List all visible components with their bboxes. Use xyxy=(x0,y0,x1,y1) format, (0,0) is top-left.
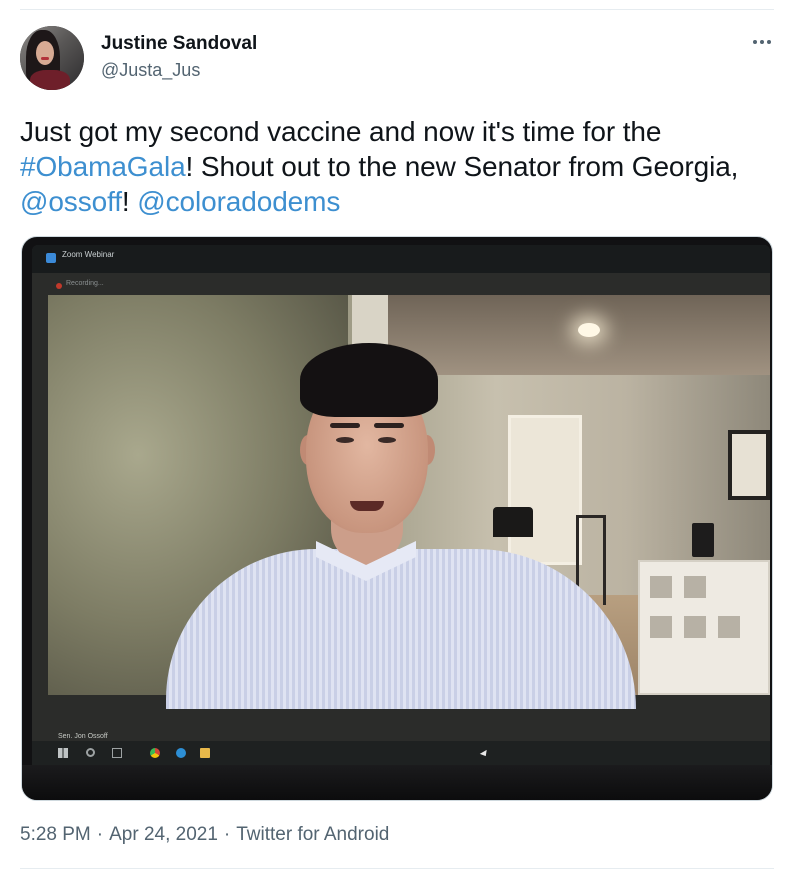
recording-label: Recording... xyxy=(66,280,104,287)
wall-picture-frame xyxy=(728,430,770,500)
person-eye xyxy=(378,437,396,443)
coffee-maker xyxy=(692,523,714,557)
ceiling-light xyxy=(578,323,600,337)
tweet-source[interactable]: Twitter for Android xyxy=(236,824,389,845)
tweet-media-photo[interactable]: Zoom Webinar Recording... Sen. Jon Ossof… xyxy=(21,236,773,801)
shelf-cell xyxy=(718,616,740,638)
tweet-text-part: Just got my second vaccine and now it's … xyxy=(20,116,662,147)
monitor-bezel xyxy=(22,765,772,800)
tweet-text: Just got my second vaccine and now it's … xyxy=(20,114,770,219)
tweet-text-part: ! xyxy=(121,186,138,217)
participant-name-label: Sen. Jon Ossoff xyxy=(58,733,108,740)
zoom-title-bar: Zoom Webinar xyxy=(32,245,770,273)
mention-link-ossoff[interactable]: @ossoff xyxy=(20,186,122,217)
edge-icon xyxy=(176,748,186,758)
author-avatar[interactable] xyxy=(20,26,84,90)
avatar-clothing xyxy=(30,70,70,90)
more-dot xyxy=(760,40,764,44)
more-dot xyxy=(767,40,771,44)
chair xyxy=(493,507,533,537)
person-hair xyxy=(300,343,438,417)
zoom-logo-icon xyxy=(46,253,56,263)
person-eye xyxy=(336,437,354,443)
person-eyebrow xyxy=(330,423,360,428)
tweet-metadata: 5:28 PM · Apr 24, 2021 · Twitter for Android xyxy=(20,824,389,846)
cube-shelf xyxy=(638,560,770,695)
doorway xyxy=(508,415,582,565)
folder-icon xyxy=(200,748,210,758)
person-mouth xyxy=(350,501,384,511)
shelf-cell xyxy=(684,576,706,598)
mention-link-coloradodems[interactable]: @coloradodems xyxy=(137,186,340,217)
meta-separator: · xyxy=(223,824,231,845)
tweet-header: Justine Sandoval @Justa_Jus xyxy=(20,26,774,90)
shelf-cell xyxy=(650,616,672,638)
windows-start-icon xyxy=(58,748,68,758)
person-shirt xyxy=(166,549,636,709)
recording-dot-icon xyxy=(56,283,62,289)
task-view-icon xyxy=(112,748,122,758)
person-eyebrow xyxy=(374,423,404,428)
shelf-cell xyxy=(684,616,706,638)
shelf-cell xyxy=(650,576,672,598)
tweet-text-part: ! Shout out to the new Senator from Geor… xyxy=(185,151,739,182)
video-feed xyxy=(48,295,770,709)
bottom-divider xyxy=(20,868,774,869)
avatar-face xyxy=(36,41,54,65)
monitor-screen: Zoom Webinar Recording... Sen. Jon Ossof… xyxy=(32,245,770,765)
chrome-icon xyxy=(150,748,160,758)
more-dot xyxy=(753,40,757,44)
avatar-lips xyxy=(41,57,49,60)
meta-separator: · xyxy=(96,824,104,845)
top-divider xyxy=(20,9,774,10)
windows-taskbar xyxy=(32,741,770,765)
tweet-time[interactable]: 5:28 PM xyxy=(20,824,91,845)
author-handle[interactable]: @Justa_Jus xyxy=(101,60,200,81)
hashtag-link[interactable]: #ObamaGala xyxy=(20,151,186,182)
search-icon xyxy=(86,748,95,757)
zoom-window-title: Zoom Webinar xyxy=(62,250,115,259)
tweet-date[interactable]: Apr 24, 2021 xyxy=(109,824,218,845)
author-name[interactable]: Justine Sandoval xyxy=(101,33,257,55)
more-options-icon[interactable] xyxy=(750,30,774,54)
